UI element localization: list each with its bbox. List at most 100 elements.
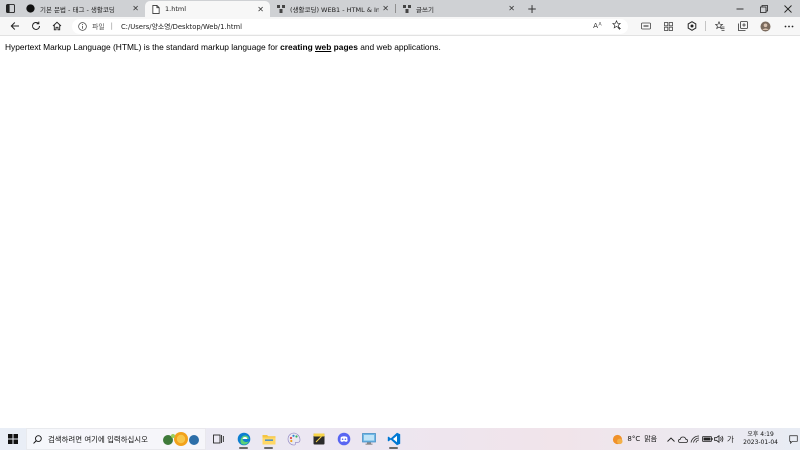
address-actions: AA — [593, 19, 622, 32]
taskbar-file-explorer[interactable] — [256, 428, 281, 450]
tab-title: 1.html — [165, 5, 187, 13]
info-icon[interactable] — [78, 21, 87, 31]
search-highlight-icon — [163, 432, 199, 446]
tab-title: 글쓰기 — [416, 5, 434, 14]
tab-web1-html[interactable]: (생활코딩) WEB1 - HTML & Inter ✕ — [270, 0, 395, 17]
chevron-up-icon — [667, 436, 675, 442]
tab-strip: 기본 문법 - 태그 - 생활코딩 ✕ 1.html ✕ (생활코딩) WEB1… — [0, 0, 800, 17]
restore-icon — [760, 4, 768, 13]
tab-close-icon[interactable]: ✕ — [257, 5, 264, 14]
profile-extension-button[interactable] — [680, 17, 703, 36]
tab-title: (생활코딩) WEB1 - HTML & Inter — [290, 5, 380, 14]
add-favorite-button[interactable] — [611, 19, 622, 32]
taskbar-discord[interactable] — [331, 428, 356, 450]
sun-icon — [613, 434, 623, 444]
hexagon-icon — [687, 21, 696, 31]
battery-tray-button[interactable] — [701, 428, 713, 450]
browser-toolbar: 파일 | C:/Users/양소영/Desktop/Web/1.html AA — [0, 17, 800, 36]
github-icon — [26, 4, 35, 13]
text-after: and web applications. — [357, 42, 441, 52]
taskbar-remote-desktop[interactable] — [356, 428, 381, 450]
refresh-button[interactable] — [25, 17, 46, 36]
onedrive-tray-button[interactable] — [677, 428, 689, 450]
window-controls — [728, 0, 800, 17]
taskbar-sticky-notes[interactable] — [306, 428, 331, 450]
tab-1-html[interactable]: 1.html ✕ — [145, 1, 270, 17]
opentutorials-icon — [276, 4, 285, 13]
favorites-button[interactable] — [708, 17, 731, 36]
svg-text:A: A — [599, 21, 603, 27]
opentutorials-icon — [402, 4, 411, 13]
start-button[interactable] — [0, 428, 26, 450]
clock-time: 오후 4:19 — [747, 431, 774, 438]
home-icon — [53, 21, 62, 31]
grid-icon — [664, 21, 673, 31]
folder-icon — [262, 435, 275, 445]
show-hidden-icons-button[interactable] — [665, 428, 677, 450]
svg-text:가: 가 — [727, 435, 734, 443]
tab-close-icon[interactable]: ✕ — [508, 4, 515, 13]
toolbar-separator — [705, 21, 707, 31]
more-menu-button[interactable] — [777, 17, 800, 36]
grid-extension-button[interactable] — [657, 17, 680, 36]
toolbar-icons — [634, 17, 800, 36]
address-url[interactable]: C:/Users/양소영/Desktop/Web/1.html — [121, 21, 242, 31]
weather-description: 맑음 — [644, 435, 658, 443]
svg-text:A: A — [593, 21, 598, 30]
close-window-button[interactable] — [776, 0, 800, 17]
search-icon — [33, 434, 42, 444]
tab-write[interactable]: 글쓰기 ✕ — [396, 0, 521, 17]
taskbar-paint-app[interactable] — [281, 428, 306, 450]
weather-widget[interactable]: 8°C 맑음 — [612, 434, 657, 445]
edge-icon — [237, 432, 250, 446]
windows-logo-icon — [8, 434, 18, 444]
screen: 기본 문법 - 태그 - 생활코딩 ✕ 1.html ✕ (생활코딩) WEB1… — [0, 0, 800, 450]
sticky-notes-icon — [313, 433, 324, 445]
input-method-button[interactable]: 가 — [725, 428, 737, 450]
vscode-icon — [387, 432, 400, 446]
collections-icon — [737, 21, 748, 31]
restore-button[interactable] — [752, 0, 776, 17]
taskbar-search-input[interactable]: 검색하려면 여기에 입력하십시오 — [26, 428, 206, 450]
more-horizontal-icon — [784, 25, 793, 27]
read-aloud-button[interactable]: AA — [593, 21, 604, 32]
tab-actions-button[interactable] — [0, 0, 20, 17]
tab-close-icon[interactable]: ✕ — [382, 4, 389, 13]
close-icon — [784, 4, 792, 13]
page-viewport: Hypertext Markup Language (HTML) is the … — [0, 37, 800, 428]
file-icon — [151, 4, 160, 14]
avatar-icon — [760, 21, 771, 31]
profile-button[interactable] — [754, 17, 777, 36]
taskbar-vscode[interactable] — [381, 428, 406, 450]
cloud-icon — [678, 436, 689, 443]
text-before: Hypertext Markup Language (HTML) is the … — [5, 42, 281, 52]
volume-tray-button[interactable] — [713, 428, 725, 450]
underlined-web: web — [315, 42, 332, 52]
bold-web: web — [315, 42, 331, 52]
speaker-icon — [714, 435, 724, 443]
html-description-paragraph: Hypertext Markup Language (HTML) is the … — [5, 42, 795, 53]
taskbar-clock[interactable]: 오후 4:19 2023-01-04 — [743, 431, 778, 447]
minimize-button[interactable] — [728, 0, 752, 17]
home-button[interactable] — [47, 17, 68, 36]
new-tab-button[interactable]: + — [521, 0, 543, 17]
monitor-icon — [361, 433, 376, 445]
address-scheme-label: 파일 — [92, 23, 105, 31]
notification-center-button[interactable] — [786, 428, 800, 450]
extension-button[interactable] — [634, 17, 657, 36]
weather-temperature: 8°C — [627, 435, 641, 443]
taskbar-edge[interactable] — [231, 428, 256, 450]
network-tray-button[interactable] — [689, 428, 701, 450]
address-bar[interactable]: 파일 | C:/Users/양소영/Desktop/Web/1.html AA — [72, 18, 629, 34]
battery-icon — [701, 436, 713, 442]
bold-pages: pages — [333, 42, 358, 52]
refresh-icon — [32, 21, 41, 30]
collections-button[interactable] — [731, 17, 754, 36]
wifi-icon — [690, 435, 700, 443]
tab-close-icon[interactable]: ✕ — [132, 4, 139, 13]
back-button[interactable] — [4, 17, 25, 36]
task-view-button[interactable] — [206, 428, 231, 450]
tab-actions-icon — [5, 4, 15, 13]
tab-saenghwal-tags[interactable]: 기본 문법 - 태그 - 생활코딩 ✕ — [20, 0, 145, 17]
search-highlight-image[interactable] — [161, 431, 201, 447]
